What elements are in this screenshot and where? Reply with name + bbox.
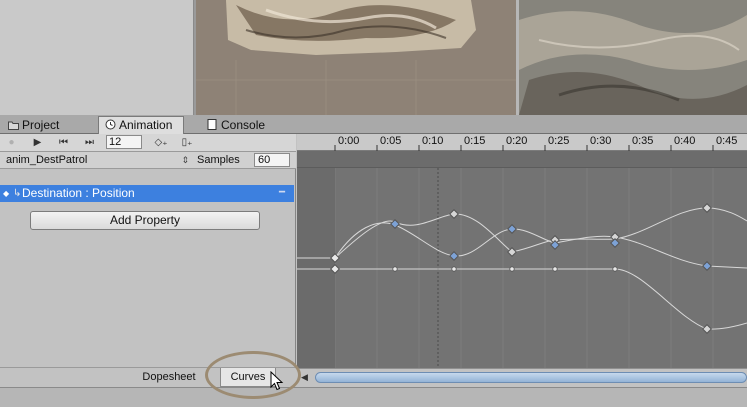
clip-toolbar: anim_DestPatrol ⇕ Samples 60 [0, 152, 296, 169]
samples-input[interactable]: 60 [254, 153, 290, 167]
samples-label: Samples [197, 154, 240, 166]
status-bar [0, 387, 747, 407]
hierarchy-panel [0, 0, 194, 115]
mouse-cursor-icon [270, 371, 284, 391]
frame-input[interactable]: 12 [106, 135, 142, 149]
play-icon: ▶ [33, 137, 42, 148]
tab-label: Animation [119, 118, 173, 132]
add-keyframe-icon: ◇₊ [154, 137, 168, 148]
timeline-ruler[interactable]: 0:00 0:05 0:10 0:15 0:20 0:25 0:30 0:35 … [297, 134, 747, 151]
curve-editor[interactable] [297, 168, 747, 368]
scene-viewport[interactable] [196, 0, 516, 115]
add-keyframe-button[interactable]: ◇₊ [151, 135, 171, 150]
add-event-button[interactable]: ▯₊ [178, 135, 196, 150]
tick-label: 0:45 [716, 135, 738, 147]
clip-dropdown[interactable]: anim_DestPatrol ⇕ [3, 153, 191, 168]
tick-label: 0:25 [548, 135, 570, 147]
console-icon [207, 118, 218, 130]
property-label: Destination : Position [22, 186, 135, 200]
clock-icon [105, 118, 116, 130]
scene-view [0, 0, 747, 115]
terrain-image [196, 0, 516, 115]
step-forward-icon: ⏭ [85, 137, 94, 148]
property-row-destination-position[interactable]: ◆ ↳ Destination : Position ━ [0, 185, 294, 202]
curve-x[interactable] [297, 222, 747, 269]
tab-project[interactable]: Project [2, 117, 65, 134]
tab-dopesheet[interactable]: Dopesheet [136, 368, 202, 387]
view-mode-tabs: Dopesheet Curves [0, 367, 296, 387]
tick-label: 0:10 [422, 135, 444, 147]
tick-label: 0:40 [674, 135, 696, 147]
next-keyframe-button[interactable]: ⏭ [81, 135, 98, 150]
playback-toolbar: ● ▶ ⏮ ⏭ 12 ◇₊ ▯₊ [0, 134, 296, 152]
tab-label: Project [22, 118, 60, 132]
dropdown-arrow-icon: ⇕ [181, 155, 189, 165]
tab-console[interactable]: Console [201, 117, 271, 134]
timeline-scrollbar[interactable]: ◀ [297, 368, 747, 387]
transform-icon: ↳ [13, 188, 22, 199]
tick-label: 0:00 [338, 135, 360, 147]
tick-label: 0:35 [632, 135, 654, 147]
folder-icon [8, 118, 19, 130]
curve-graph [297, 168, 747, 368]
tick-label: 0:05 [380, 135, 402, 147]
property-options-icon[interactable]: ━ [279, 184, 285, 201]
scroll-left-icon[interactable]: ◀ [301, 372, 308, 383]
scrollbar-thumb[interactable] [315, 372, 747, 383]
tick-label: 0:30 [590, 135, 612, 147]
tab-curves[interactable]: Curves [220, 368, 276, 387]
add-property-button[interactable]: Add Property [30, 211, 260, 230]
tick-label: 0:15 [464, 135, 486, 147]
play-button[interactable]: ▶ [29, 135, 46, 150]
animation-properties-panel: ● ▶ ⏮ ⏭ 12 ◇₊ ▯₊ anim_DestPatrol ⇕ Sampl… [0, 134, 296, 387]
event-track[interactable] [297, 151, 747, 168]
previous-keyframe-button[interactable]: ⏮ [55, 135, 72, 150]
curve-z[interactable] [297, 268, 747, 330]
expand-triangle-icon: ◆ [3, 189, 10, 198]
tick-label: 0:20 [506, 135, 528, 147]
tab-animation[interactable]: Animation [98, 116, 184, 135]
editor-tab-bar: Project Animation Console [0, 115, 747, 135]
terrain-preview-image [519, 0, 747, 115]
step-back-icon: ⏮ [59, 137, 68, 148]
game-viewport[interactable] [519, 0, 747, 115]
tab-label: Console [221, 118, 266, 132]
clip-name: anim_DestPatrol [6, 154, 88, 166]
record-icon: ● [8, 137, 15, 148]
add-event-icon: ▯₊ [181, 137, 193, 148]
record-button[interactable]: ● [3, 135, 20, 150]
curve-y[interactable] [334, 207, 747, 259]
